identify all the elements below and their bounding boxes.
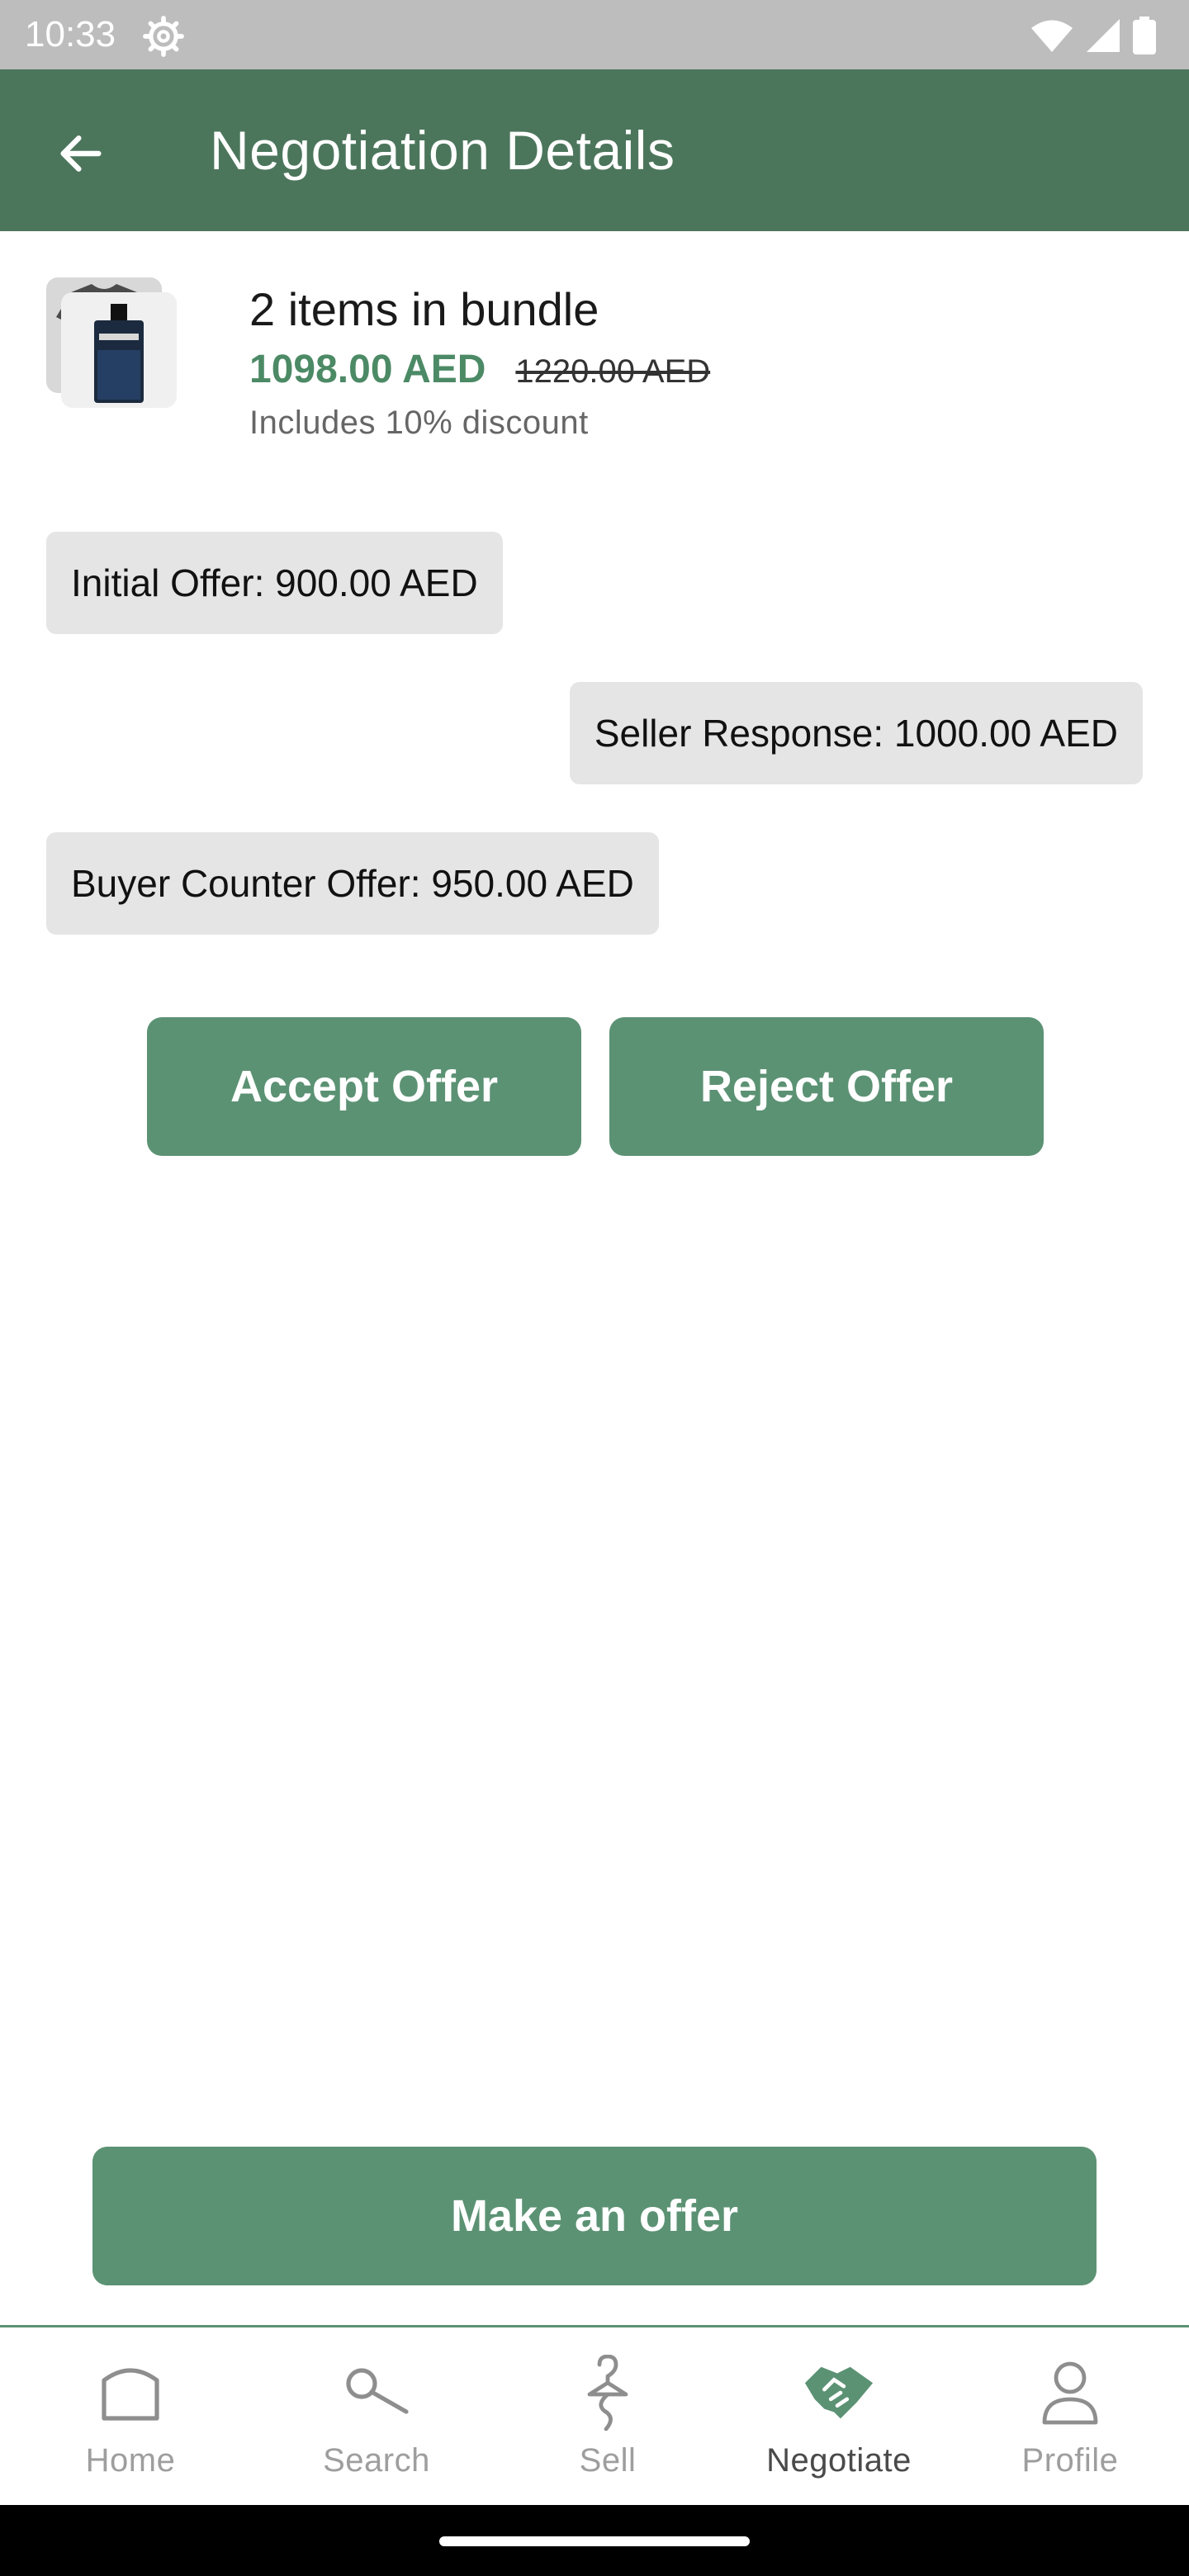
system-navigation-bar bbox=[0, 2505, 1189, 2576]
nav-label-home: Home bbox=[85, 2442, 176, 2479]
bundle-original-price: 1220.00 AED bbox=[515, 353, 711, 390]
profile-icon bbox=[1033, 2356, 1107, 2430]
page-title: Negotiation Details bbox=[210, 120, 675, 181]
nav-item-search[interactable]: Search bbox=[261, 2327, 492, 2505]
nav-item-sell[interactable]: Sell bbox=[492, 2327, 723, 2505]
nav-label-negotiate: Negotiate bbox=[766, 2442, 912, 2479]
settings-gear-icon bbox=[142, 15, 185, 62]
offer-message-initial: Initial Offer: 900.00 AED bbox=[46, 532, 503, 634]
search-icon bbox=[339, 2356, 414, 2430]
wifi-icon bbox=[1030, 17, 1073, 58]
home-icon bbox=[93, 2356, 168, 2430]
nav-label-sell: Sell bbox=[579, 2442, 637, 2479]
bundle-price: 1098.00 AED bbox=[249, 348, 486, 391]
app-bar: Negotiation Details bbox=[0, 69, 1189, 231]
make-an-offer-button[interactable]: Make an offer bbox=[92, 2147, 1097, 2285]
bundle-discount-note: Includes 10% discount bbox=[249, 405, 589, 441]
offer-message-buyer-counter: Buyer Counter Offer: 950.00 AED bbox=[46, 832, 659, 935]
bundle-price-row: 1098.00 AED 1220.00 AED bbox=[249, 347, 710, 392]
bundle-summary: 2 items in bundle 1098.00 AED 1220.00 AE… bbox=[46, 272, 1144, 454]
cellular-signal-icon bbox=[1085, 17, 1121, 58]
back-button[interactable] bbox=[41, 116, 121, 195]
bundle-thumbnails bbox=[46, 277, 178, 410]
nav-item-profile[interactable]: Profile bbox=[955, 2327, 1186, 2505]
bundle-title: 2 items in bundle bbox=[249, 283, 599, 335]
nav-label-profile: Profile bbox=[1021, 2442, 1119, 2479]
offer-message-seller-response: Seller Response: 1000.00 AED bbox=[569, 682, 1143, 784]
sell-hanger-icon bbox=[571, 2355, 645, 2431]
nav-item-negotiate[interactable]: Negotiate bbox=[723, 2327, 955, 2505]
status-time: 10:33 bbox=[25, 14, 116, 54]
accept-offer-button[interactable]: Accept Offer bbox=[147, 1017, 581, 1156]
reject-offer-button[interactable]: Reject Offer bbox=[609, 1017, 1044, 1156]
nav-item-home[interactable]: Home bbox=[0, 2327, 261, 2505]
status-bar: 10:33 bbox=[0, 0, 1189, 69]
perfume-thumbnail bbox=[61, 292, 177, 408]
battery-icon bbox=[1133, 17, 1156, 59]
handshake-icon bbox=[802, 2356, 876, 2430]
bottom-navigation: Home Search Sell Negotiate Profile bbox=[0, 2325, 1189, 2505]
home-gesture-handle[interactable] bbox=[439, 2536, 750, 2546]
nav-label-search: Search bbox=[323, 2442, 430, 2479]
arrow-back-icon bbox=[54, 127, 107, 184]
